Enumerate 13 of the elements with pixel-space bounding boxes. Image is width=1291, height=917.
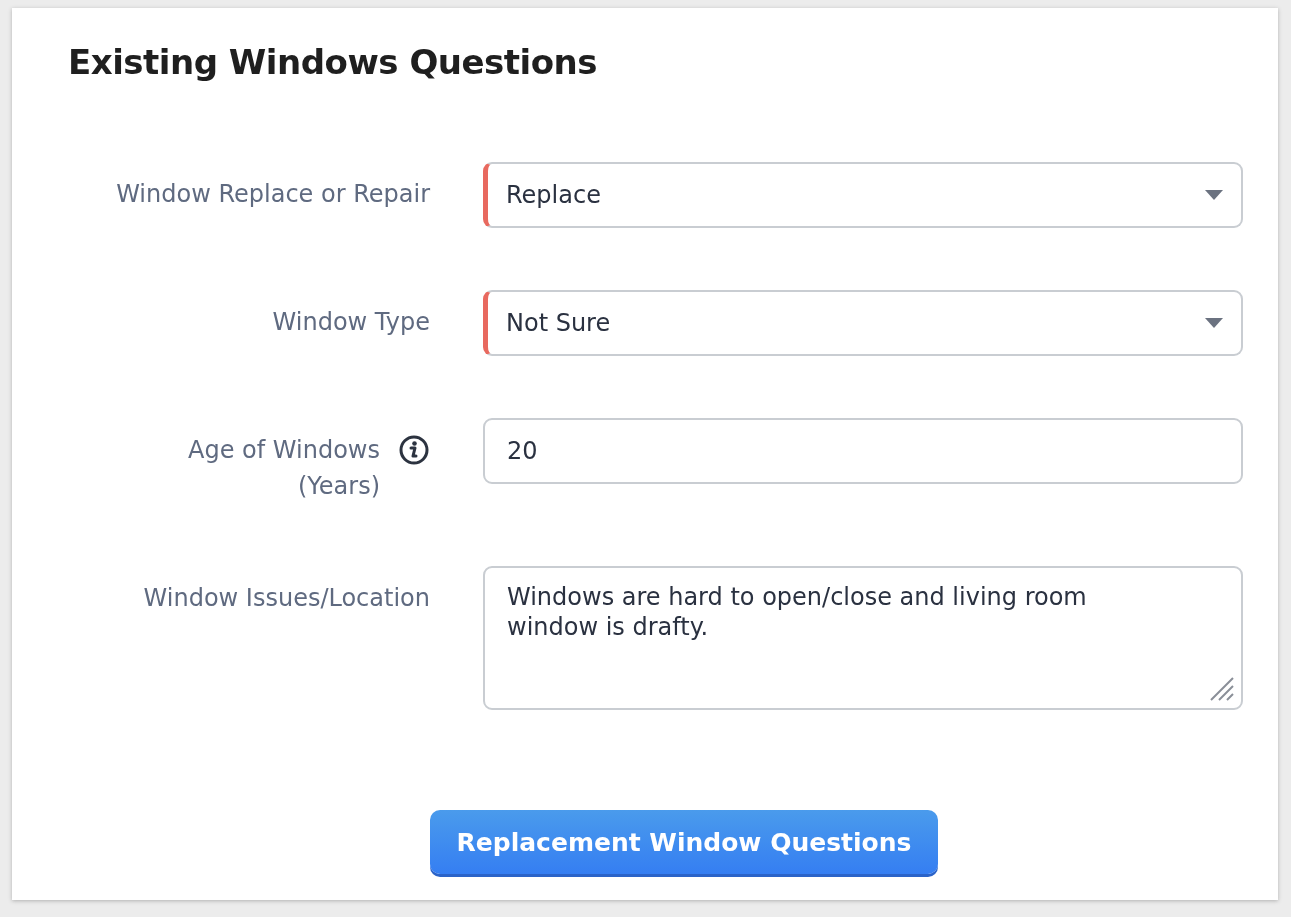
text-area[interactable]: Windows are hard to open/close and living room window is drafty. bbox=[483, 566, 1243, 710]
section-title: Existing Windows Questions bbox=[68, 42, 598, 82]
dropdown-field[interactable]: Not Sure bbox=[483, 290, 1243, 356]
field-label: Window Type bbox=[272, 307, 430, 338]
field-label: Window Replace or Repair bbox=[116, 179, 430, 210]
field-label: Window Issues/Location bbox=[143, 583, 430, 614]
caret-icon bbox=[1205, 318, 1223, 328]
caret-icon bbox=[1205, 190, 1223, 200]
info-icon bbox=[398, 434, 430, 466]
dropdown-field[interactable]: Replace bbox=[483, 162, 1243, 228]
resize-handle-icon[interactable] bbox=[1209, 676, 1235, 702]
field-label: Age of Windows (Years) bbox=[187, 435, 380, 502]
input-field[interactable]: 20 bbox=[483, 418, 1243, 484]
